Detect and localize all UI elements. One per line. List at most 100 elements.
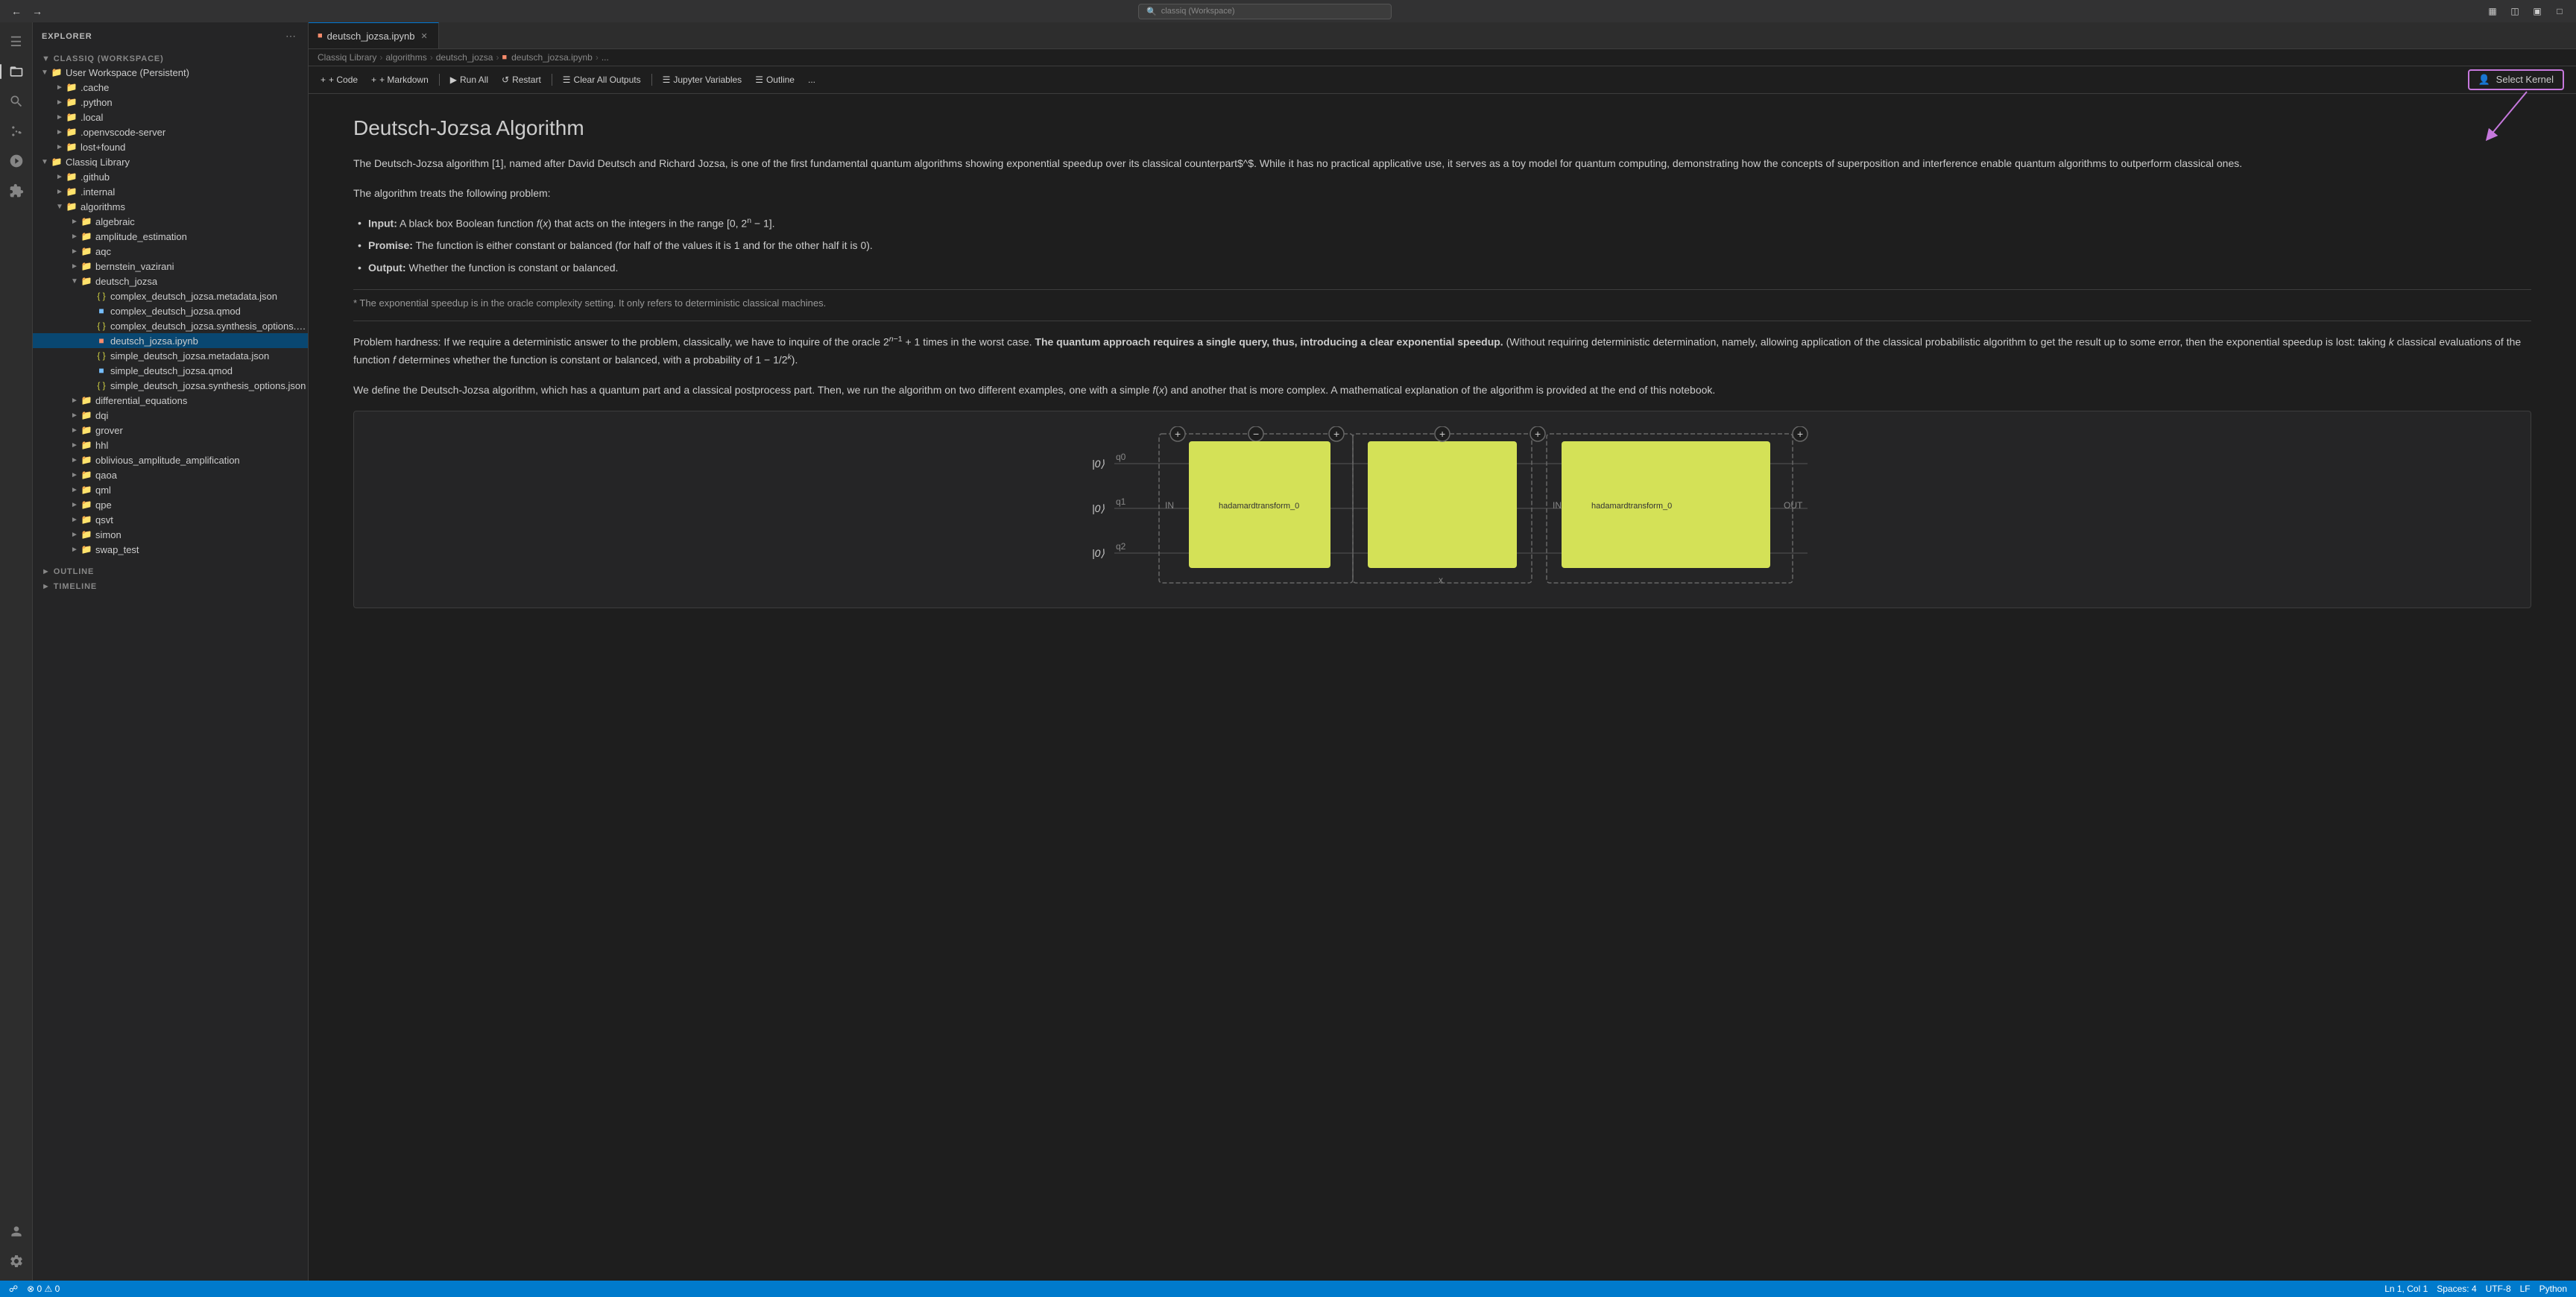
- outline-section-header[interactable]: ► OUTLINE: [33, 563, 308, 578]
- bc-more[interactable]: ...: [602, 52, 609, 63]
- tree-item-openvscode-server[interactable]: ► 📁 .openvscode-server: [33, 124, 308, 139]
- search-icon: 🔍: [1146, 7, 1157, 16]
- toolbar-more-button[interactable]: ...: [802, 72, 821, 87]
- tree-item-hhl[interactable]: ► 📁 hhl: [33, 438, 308, 452]
- title-cell: Deutsch-Jozsa Algorithm: [353, 116, 2531, 140]
- folder-icon: 📁: [80, 260, 92, 272]
- tree-item-local[interactable]: ► 📁 .local: [33, 110, 308, 124]
- restart-button[interactable]: ↺ Restart: [496, 72, 547, 87]
- back-button[interactable]: ←: [7, 2, 25, 20]
- tree-item-simple-metadata[interactable]: { } simple_deutsch_jozsa.metadata.json: [33, 348, 308, 363]
- tree-item-simon[interactable]: ► 📁 simon: [33, 527, 308, 542]
- tab-deutsch-jozsa[interactable]: ■ deutsch_jozsa.ipynb ✕: [309, 22, 439, 48]
- status-spaces: Spaces: 4: [2437, 1284, 2476, 1294]
- tree-item-simple-synthesis[interactable]: { } simple_deutsch_jozsa.synthesis_optio…: [33, 378, 308, 393]
- tree-item-dqi[interactable]: ► 📁 dqi: [33, 408, 308, 423]
- outline-arrow-icon: ►: [42, 567, 51, 576]
- folder-icon: 📁: [80, 454, 92, 466]
- tree-item-classiq-library[interactable]: ▼ 📁 Classiq Library: [33, 154, 308, 169]
- run-debug-icon[interactable]: [3, 148, 30, 174]
- intro-paragraph: The Deutsch-Jozsa algorithm [1], named a…: [353, 155, 2531, 173]
- source-control-icon[interactable]: [3, 118, 30, 145]
- json-icon: { }: [95, 290, 107, 302]
- menu-icon[interactable]: ☰: [3, 28, 30, 55]
- quantum-part-link[interactable]: quantum part: [599, 384, 661, 396]
- folder-icon: 📁: [80, 514, 92, 526]
- explorer-header: EXPLORER ⋯: [33, 22, 308, 50]
- tree-item-grover[interactable]: ► 📁 grover: [33, 423, 308, 438]
- tree-item-qaoa[interactable]: ► 📁 qaoa: [33, 467, 308, 482]
- tree-item-aqc[interactable]: ► 📁 aqc: [33, 244, 308, 259]
- settings-icon[interactable]: [3, 1248, 30, 1275]
- restart-icon: ↺: [502, 75, 509, 85]
- tree-item-deutsch-jozsa-ipynb[interactable]: ■ deutsch_jozsa.ipynb: [33, 333, 308, 348]
- activity-bottom: [3, 1218, 30, 1275]
- status-eol: LF: [2520, 1284, 2531, 1294]
- tree-item-complex-qmod[interactable]: ■ complex_deutsch_jozsa.qmod: [33, 303, 308, 318]
- sidebar-icon[interactable]: ◫: [2506, 2, 2524, 20]
- add-markdown-button[interactable]: + + Markdown: [365, 72, 435, 87]
- tree-item-swap-test[interactable]: ► 📁 swap_test: [33, 542, 308, 557]
- tree-item-cache[interactable]: ► 📁 .cache: [33, 80, 308, 95]
- select-kernel-button[interactable]: 👤 Select Kernel: [2468, 69, 2564, 90]
- tree-item-github[interactable]: ► 📁 .github: [33, 169, 308, 184]
- layout-icon[interactable]: ▦: [2484, 2, 2501, 20]
- forward-button[interactable]: →: [28, 2, 46, 20]
- qmod-icon: ■: [95, 305, 107, 317]
- tree-item-internal[interactable]: ► 📁 .internal: [33, 184, 308, 199]
- arrow-icon: ►: [54, 98, 66, 107]
- svg-text:|0⟩: |0⟩: [1092, 458, 1105, 470]
- tab-close-button[interactable]: ✕: [419, 31, 429, 42]
- arrow-icon: ►: [54, 143, 66, 151]
- tree-item-deutsch-jozsa[interactable]: ▼ 📁 deutsch_jozsa: [33, 274, 308, 288]
- tree-item-oblivious[interactable]: ► 📁 oblivious_amplitude_amplification: [33, 452, 308, 467]
- bc-ipynb[interactable]: deutsch_jozsa.ipynb: [511, 52, 593, 63]
- extensions-icon[interactable]: [3, 177, 30, 204]
- search-bar[interactable]: 🔍 classiq (Workspace): [1138, 4, 1392, 19]
- svg-text:|0⟩: |0⟩: [1092, 502, 1105, 514]
- tree-item-qpe[interactable]: ► 📁 qpe: [33, 497, 308, 512]
- explorer-icon[interactable]: [3, 58, 30, 85]
- more-complex-link[interactable]: more complex: [1260, 384, 1325, 396]
- folder-icon: 📁: [80, 543, 92, 555]
- search-icon[interactable]: [3, 88, 30, 115]
- add-code-button[interactable]: + + Code: [315, 72, 364, 87]
- tree-item-algebraic[interactable]: ► 📁 algebraic: [33, 214, 308, 229]
- jupyter-variables-button[interactable]: ☰ Jupyter Variables: [657, 72, 748, 87]
- run-all-button[interactable]: ▶ Run All: [444, 72, 494, 87]
- mathematical-explanation-link[interactable]: mathematical explanation: [1340, 384, 1459, 396]
- tree-item-simple-qmod[interactable]: ■ simple_deutsch_jozsa.qmod: [33, 363, 308, 378]
- tree-item-algorithms[interactable]: ▼ 📁 algorithms: [33, 199, 308, 214]
- tree-item-complex-synthesis[interactable]: { } complex_deutsch_jozsa.synthesis_opti…: [33, 318, 308, 333]
- new-file-button[interactable]: ⋯: [282, 28, 299, 44]
- simple-link[interactable]: simple: [1120, 384, 1149, 396]
- bc-algorithms[interactable]: algorithms: [385, 52, 426, 63]
- breadcrumb: Classiq Library › algorithms › deutsch_j…: [309, 49, 2576, 66]
- tree-item-qml[interactable]: ► 📁 qml: [33, 482, 308, 497]
- tree-item-differential-equations[interactable]: ► 📁 differential_equations: [33, 393, 308, 408]
- maximize-icon[interactable]: □: [2551, 2, 2569, 20]
- notebook-content: Deutsch-Jozsa Algorithm The Deutsch-Jozs…: [309, 94, 2576, 1281]
- bc-deutsch-jozsa-folder[interactable]: deutsch_jozsa: [436, 52, 493, 63]
- tree-item-qsvt[interactable]: ► 📁 qsvt: [33, 512, 308, 527]
- arrow-icon: ►: [69, 516, 80, 524]
- outline-button[interactable]: ☰ Outline: [749, 72, 801, 87]
- classical-postprocess-link[interactable]: classical postprocess part: [692, 384, 812, 396]
- clear-all-outputs-button[interactable]: ☰ Clear All Outputs: [557, 72, 647, 87]
- workspace-section-header[interactable]: ▼ CLASSIQ (WORKSPACE): [33, 50, 308, 65]
- variables-icon: ☰: [663, 75, 671, 85]
- panel-icon[interactable]: ▣: [2528, 2, 2546, 20]
- tree-item-bernstein-vazirani[interactable]: ► 📁 bernstein_vazirani: [33, 259, 308, 274]
- title-bar: ← → 🔍 classiq (Workspace) ▦ ◫ ▣ □: [0, 0, 2576, 22]
- tree-item-amplitude-estimation[interactable]: ► 📁 amplitude_estimation: [33, 229, 308, 244]
- timeline-section-header[interactable]: ► TIMELINE: [33, 578, 308, 593]
- tree-item-user-workspace[interactable]: ▼ 📁 User Workspace (Persistent): [33, 65, 308, 80]
- arrow-icon: ►: [69, 441, 80, 449]
- bc-classiq-library[interactable]: Classiq Library: [318, 52, 376, 63]
- tree-item-lost-found[interactable]: ► 📁 lost+found: [33, 139, 308, 154]
- accounts-icon[interactable]: [3, 1218, 30, 1245]
- arrow-icon: ►: [69, 397, 80, 405]
- tree-item-python[interactable]: ► 📁 .python: [33, 95, 308, 110]
- svg-text:q1: q1: [1116, 496, 1126, 507]
- tree-item-complex-metadata[interactable]: { } complex_deutsch_jozsa.metadata.json: [33, 288, 308, 303]
